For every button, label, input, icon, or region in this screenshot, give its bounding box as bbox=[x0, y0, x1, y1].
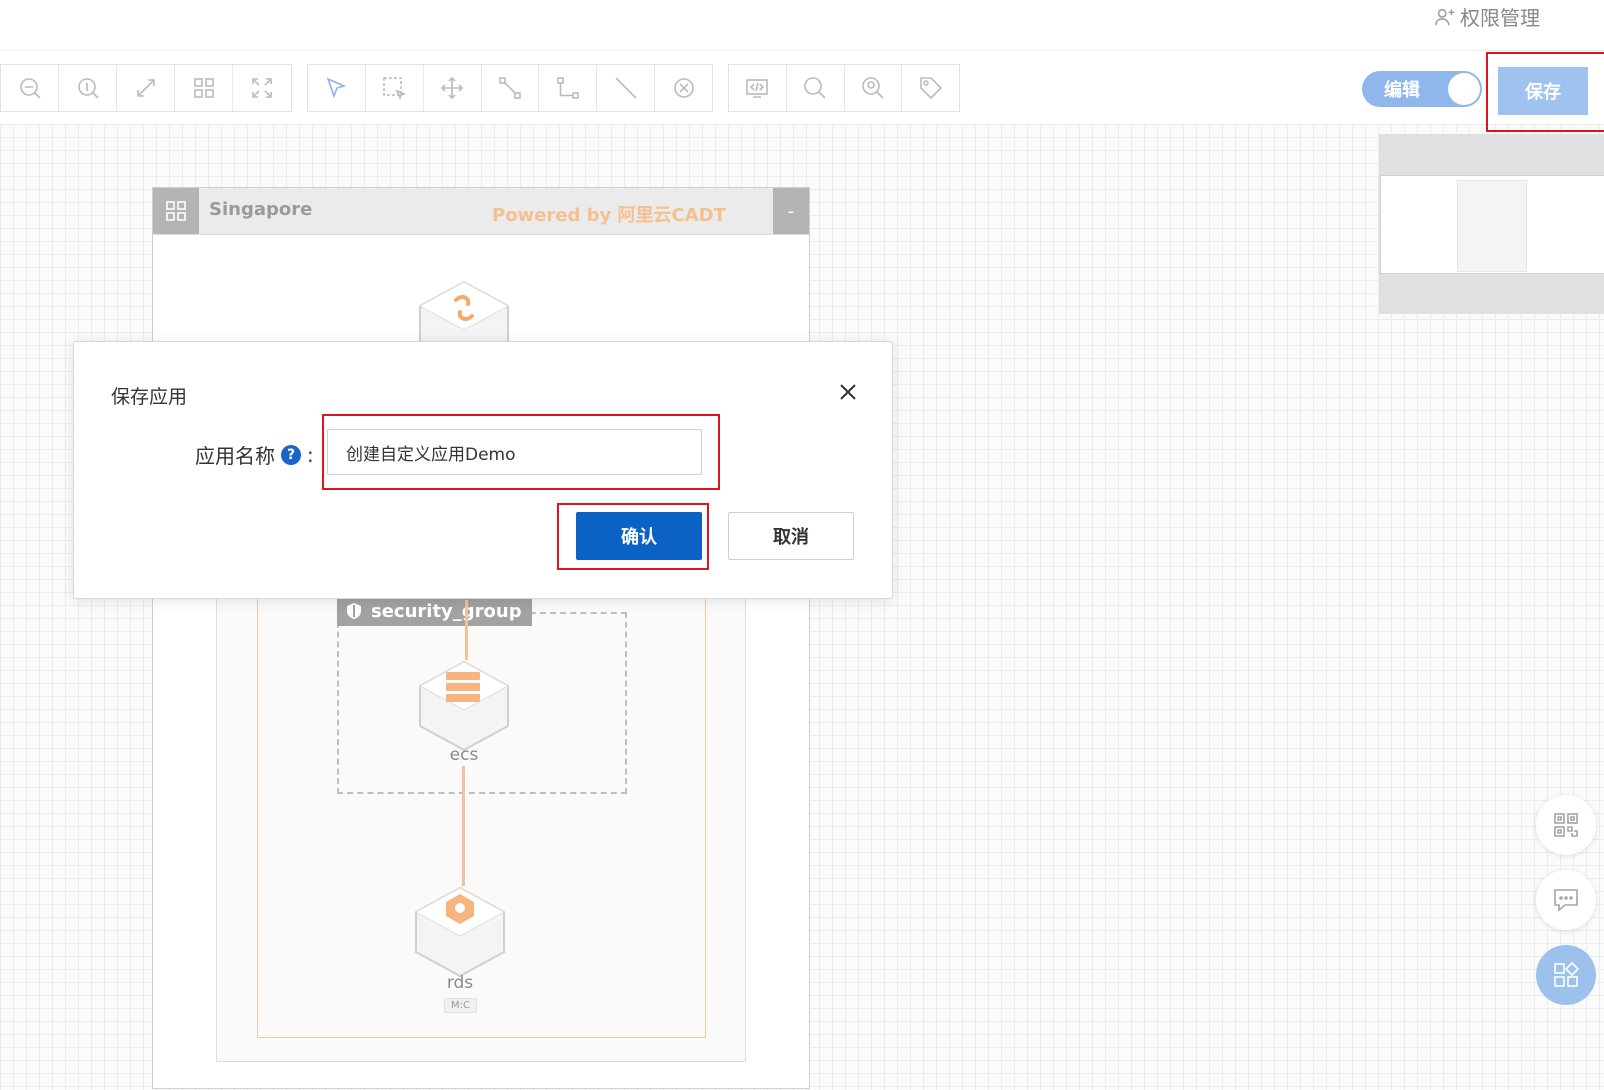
connect-button[interactable] bbox=[482, 65, 540, 111]
fit-button[interactable] bbox=[117, 65, 175, 111]
qrcode-button[interactable] bbox=[1536, 795, 1596, 855]
rds-node-icon[interactable] bbox=[414, 886, 506, 978]
move-icon bbox=[441, 76, 464, 100]
zoom-reset-button[interactable] bbox=[59, 65, 117, 111]
connection-line[interactable] bbox=[462, 766, 465, 886]
zoom-out-icon bbox=[19, 78, 41, 99]
feedback-button[interactable] bbox=[1536, 870, 1596, 930]
minimap-viewport bbox=[1380, 175, 1604, 274]
region-header: Singapore Powered by 阿里云CADT - bbox=[153, 188, 809, 235]
misc-tool-group bbox=[728, 64, 960, 112]
dialog-title: 保存应用 bbox=[111, 386, 188, 408]
chat-icon bbox=[1554, 889, 1578, 912]
orthogonal-line-button[interactable] bbox=[539, 65, 598, 111]
label-colon: : bbox=[307, 442, 314, 467]
view-tool-group bbox=[0, 64, 292, 112]
top-bar: 权限管理 bbox=[0, 0, 1604, 51]
minimap-preview bbox=[1457, 180, 1527, 272]
apps-button[interactable] bbox=[1536, 945, 1596, 1005]
code-icon bbox=[746, 79, 769, 98]
delete-button[interactable] bbox=[655, 65, 712, 111]
marquee-icon bbox=[383, 77, 407, 101]
line-icon bbox=[615, 77, 637, 99]
edit-tool-group bbox=[307, 64, 713, 112]
name-input-highlight bbox=[322, 414, 720, 490]
search-button[interactable] bbox=[787, 65, 845, 111]
security-group-text: security_group bbox=[371, 600, 522, 622]
shield-icon bbox=[347, 603, 361, 619]
code-button[interactable] bbox=[729, 65, 787, 111]
edit-mode-toggle[interactable]: 编辑 bbox=[1362, 71, 1482, 107]
region-collapse-button[interactable]: - bbox=[773, 188, 809, 234]
qrcode-icon bbox=[1554, 813, 1578, 837]
zoom-out-button[interactable] bbox=[1, 65, 59, 111]
user-plus-icon bbox=[1435, 8, 1455, 25]
orth-line-icon bbox=[557, 77, 579, 99]
region-name: Singapore bbox=[209, 199, 313, 220]
ecs-node-icon[interactable] bbox=[418, 660, 510, 752]
confirm-button-highlight bbox=[557, 503, 709, 570]
region-icon bbox=[153, 188, 199, 234]
save-button-highlight bbox=[1486, 52, 1604, 132]
locate-icon bbox=[862, 77, 884, 99]
line-button[interactable] bbox=[597, 65, 656, 111]
powered-by-text: Powered by 阿里云CADT bbox=[492, 205, 726, 226]
connection-line[interactable] bbox=[465, 600, 468, 660]
pointer-icon bbox=[327, 77, 347, 99]
security-group-label: security_group bbox=[337, 596, 532, 626]
toolbar bbox=[0, 64, 960, 112]
app-name-label-text: 应用名称 bbox=[195, 444, 275, 468]
app-name-label: 应用名称 ? : bbox=[195, 440, 314, 469]
marquee-button[interactable] bbox=[366, 65, 424, 111]
edit-toggle-label: 编辑 bbox=[1384, 80, 1420, 101]
apps-icon bbox=[1554, 961, 1580, 987]
minimap[interactable] bbox=[1379, 134, 1604, 314]
connect-icon bbox=[499, 77, 521, 99]
dialog-close-button[interactable] bbox=[832, 376, 864, 408]
cancel-button[interactable]: 取消 bbox=[728, 512, 854, 560]
permission-label: 权限管理 bbox=[1460, 6, 1540, 30]
fit-icon bbox=[136, 79, 155, 97]
fullscreen-icon bbox=[251, 78, 272, 98]
locate-button[interactable] bbox=[845, 65, 903, 111]
fullscreen-button[interactable] bbox=[233, 65, 290, 111]
ecs-label: ecs bbox=[449, 745, 479, 765]
help-icon[interactable]: ? bbox=[281, 444, 301, 465]
grid-button[interactable] bbox=[175, 65, 233, 111]
delete-icon bbox=[673, 78, 694, 98]
grid-icon bbox=[166, 201, 186, 221]
pointer-button[interactable] bbox=[308, 65, 366, 111]
zoom-reset-icon bbox=[77, 78, 99, 99]
tag-button[interactable] bbox=[902, 65, 959, 111]
toggle-knob bbox=[1448, 73, 1480, 105]
close-icon bbox=[840, 384, 856, 400]
grid-icon bbox=[193, 78, 214, 98]
rds-mode-tag: M:C bbox=[444, 998, 477, 1013]
tag-icon bbox=[919, 77, 942, 100]
search-icon bbox=[804, 77, 826, 99]
permission-management-link[interactable]: 权限管理 bbox=[1434, 2, 1540, 31]
rds-label: rds bbox=[446, 973, 474, 993]
move-button[interactable] bbox=[424, 65, 482, 111]
